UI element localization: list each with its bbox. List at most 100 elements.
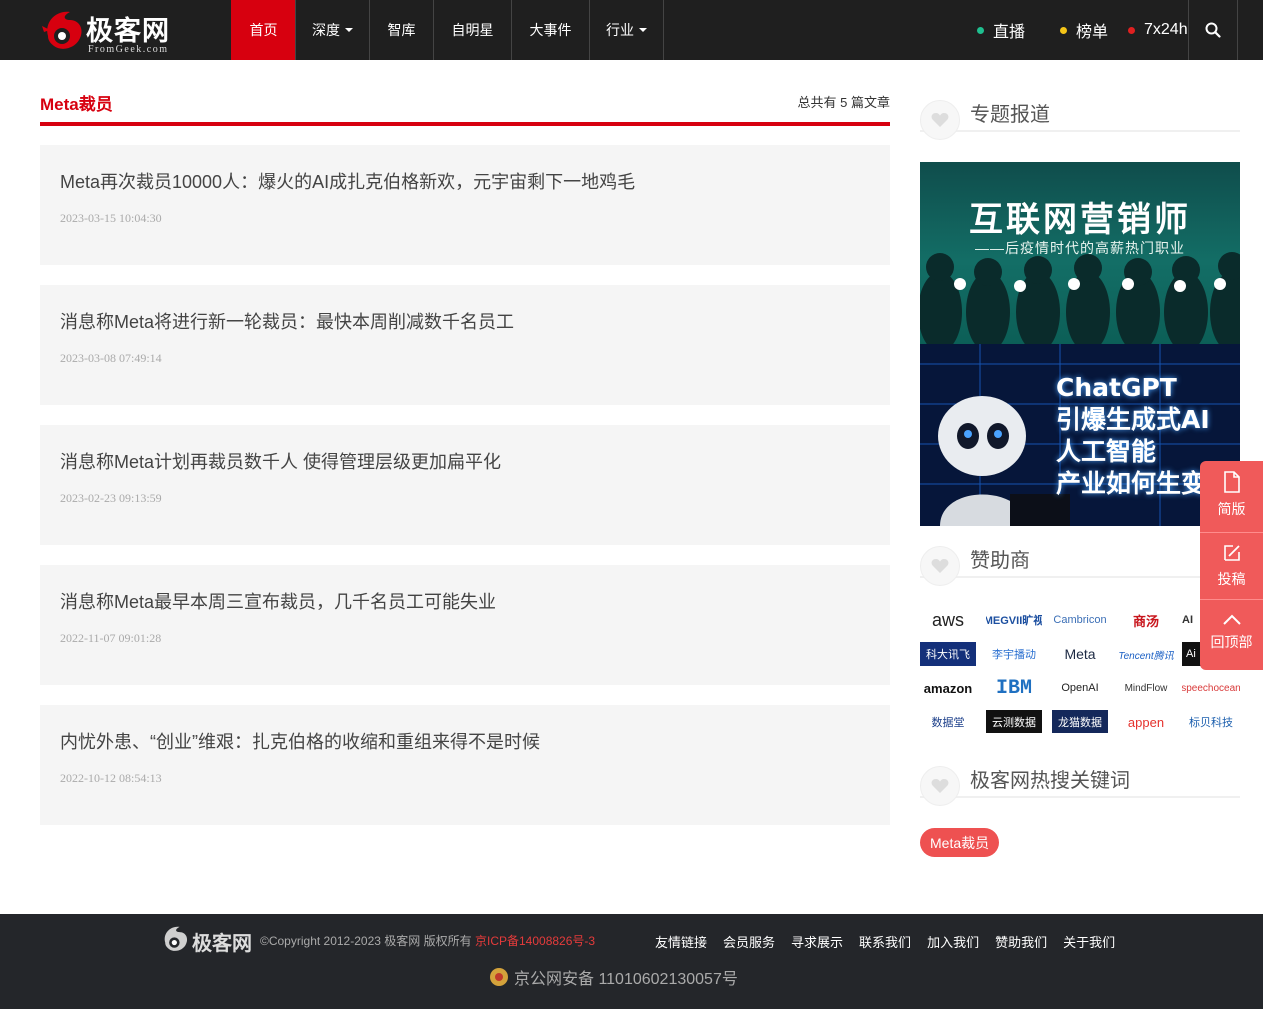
sponsor-name: 标贝科技 — [1189, 717, 1233, 729]
sponsor-logo[interactable]: amazon — [920, 676, 976, 700]
heart-icon — [920, 100, 960, 140]
footer-link[interactable]: 友情链接 — [655, 932, 707, 951]
sponsor-name: MindFlow — [1124, 682, 1168, 694]
article-title[interactable]: Meta再次裁员10000人：爆火的AI成扎克伯格新欢，元宇宙剩下一地鸡毛 — [60, 168, 635, 194]
footer-logo-text: 极客网 — [192, 931, 252, 955]
article-card[interactable]: 内忧外患、“创业”维艰：扎克伯格的收缩和重组来得不是时候 2022-10-12 … — [40, 705, 890, 825]
float-label: 回顶部 — [1210, 634, 1253, 650]
sponsor-logo[interactable]: 龙猫数据 — [1052, 710, 1108, 733]
status-dot-icon — [977, 26, 984, 34]
sponsor-logo[interactable]: appen — [1118, 710, 1174, 733]
copyright-text: ©Copyright 2012-2023 极客网 版权所有 — [260, 934, 472, 948]
article-title[interactable]: 消息称Meta计划再裁员数千人 使得管理层级更加扁平化 — [60, 448, 501, 474]
sponsor-name: appen — [1127, 714, 1165, 730]
sponsor-logo[interactable]: Meta — [1052, 642, 1108, 666]
article-title[interactable]: 内忧外患、“创业”维艰：扎克伯格的收缩和重组来得不是时候 — [60, 728, 540, 754]
search-icon — [1205, 22, 1221, 38]
banner-line: 引爆生成式AI — [1056, 405, 1210, 434]
sponsor-logo[interactable]: 标贝科技 — [1182, 710, 1240, 733]
quick-link-live[interactable]: 直播 — [977, 0, 1025, 60]
nav-label: 深度 — [312, 22, 340, 38]
article-card[interactable]: 消息称Meta计划再裁员数千人 使得管理层级更加扁平化 2023-02-23 0… — [40, 425, 890, 545]
sponsor-name: 龙猫数据 — [1058, 717, 1102, 729]
submit-article-button[interactable]: 投稿 — [1200, 532, 1263, 599]
quick-link-7x24[interactable]: 7x24h — [1128, 0, 1188, 60]
banner-line: 人工智能 — [1056, 437, 1157, 466]
sponsor-grid: aws MEGVII旷视 Cambricon 商汤 AI 科大讯飞 李宇播动 M… — [920, 603, 1240, 733]
top-navbar: 极客网 FromGeek.com 首页 深度 智库 自明星 大事件 行业 直播 … — [0, 0, 1263, 60]
nav-item-events[interactable]: 大事件 — [511, 0, 589, 60]
sponsor-logo[interactable]: Tencent腾讯 — [1118, 642, 1174, 666]
sponsor-logo[interactable]: aws — [920, 608, 976, 632]
sponsor-logo[interactable]: MEGVII旷视 — [986, 608, 1042, 632]
sponsor-logo[interactable]: 科大讯飞 — [920, 642, 976, 666]
nav-item-think-tank[interactable]: 智库 — [369, 0, 433, 60]
footer-link[interactable]: 加入我们 — [927, 932, 979, 951]
sponsor-logo[interactable]: Cambricon — [1052, 608, 1108, 632]
section-title: 赞助商 — [970, 550, 1030, 572]
quick-link-rank[interactable]: 榜单 — [1060, 0, 1108, 60]
sponsor-logo[interactable]: IBM — [986, 676, 1042, 700]
page-title: Meta裁员 — [40, 95, 113, 114]
article-card[interactable]: 消息称Meta最早本周三宣布裁员，几千名员工可能失业 2022-11-07 09… — [40, 565, 890, 685]
sponsor-logo[interactable]: 云测数据 — [986, 710, 1042, 733]
sponsor-logo[interactable]: 数据堂 — [920, 710, 976, 733]
footer-link[interactable]: 会员服务 — [723, 932, 775, 951]
sponsor-name: Meta — [1064, 646, 1096, 662]
sponsor-logo[interactable]: speechocean — [1182, 676, 1240, 700]
status-dot-icon — [1060, 26, 1067, 34]
banner-line: 产业如何生变 — [1056, 469, 1207, 498]
police-record-text: 京公网安备 11010602130057号 — [514, 971, 738, 988]
sponsor-logo[interactable]: MindFlow — [1118, 676, 1174, 700]
police-record-link[interactable]: 京公网安备 11010602130057号 — [490, 965, 738, 989]
icp-link[interactable]: 京ICP备14008826号-3 — [475, 932, 595, 949]
sponsor-name: amazon — [923, 680, 973, 696]
heart-icon — [920, 766, 960, 806]
chatgpt-banner[interactable]: ChatGPT 引爆生成式AI 人工智能 产业如何生变 — [920, 344, 1240, 526]
article-date: 2023-02-23 09:13:59 — [60, 491, 162, 505]
nav-item-self-star[interactable]: 自明星 — [433, 0, 511, 60]
caret-down-icon — [345, 28, 353, 32]
sponsor-name: MEGVII旷视 — [986, 615, 1042, 627]
simple-version-button[interactable]: 简版 — [1200, 461, 1263, 528]
article-card[interactable]: Meta再次裁员10000人：爆火的AI成扎克伯格新欢，元宇宙剩下一地鸡毛 20… — [40, 145, 890, 265]
article-title[interactable]: 消息称Meta将进行新一轮裁员：最快本周削减数千名员工 — [60, 308, 514, 334]
footer-link[interactable]: 联系我们 — [859, 932, 911, 951]
hot-keyword-tag[interactable]: Meta裁员 — [920, 828, 1000, 857]
sponsor-logo[interactable]: 李宇播动 — [986, 642, 1042, 666]
article-count: 总共有 5 篇文章 — [797, 95, 890, 110]
special-report-banner[interactable]: 互联网营销师 ——后疫情时代的高薪热门职业 — [920, 162, 1240, 344]
back-to-top-button[interactable]: 回顶部 — [1200, 599, 1263, 666]
nav-item-home[interactable]: 首页 — [231, 0, 295, 60]
sponsor-name: 李宇播动 — [992, 649, 1036, 661]
footer-link[interactable]: 关于我们 — [1063, 932, 1115, 951]
heart-icon — [920, 546, 960, 586]
search-button[interactable] — [1188, 0, 1238, 60]
sponsor-name: Cambricon — [1053, 614, 1107, 626]
sponsor-name: Tencent腾讯 — [1118, 650, 1174, 662]
footer-link[interactable]: 赞助我们 — [995, 932, 1047, 951]
banner-headline: ChatGPT 引爆生成式AI 人工智能 产业如何生变 — [1056, 372, 1210, 500]
hot-keywords-header: 极客网热搜关键词 — [920, 762, 1240, 806]
footer: 极客网 ©Copyright 2012-2023 极客网 版权所有 京ICP备1… — [0, 914, 1263, 1009]
nav-item-industry[interactable]: 行业 — [589, 0, 663, 60]
sponsor-logo[interactable]: OpenAI — [1052, 676, 1108, 700]
quick-link-label: 直播 — [993, 24, 1026, 41]
nav-item-depth[interactable]: 深度 — [295, 0, 369, 60]
chevron-up-icon — [1222, 614, 1241, 625]
edit-icon — [1223, 545, 1240, 561]
list-header: Meta裁员 总共有 5 篇文章 — [40, 78, 890, 126]
footer-logo[interactable]: 极客网 — [160, 918, 260, 958]
floating-toolbar: 简版 投稿 回顶部 — [1200, 461, 1263, 670]
footer-link[interactable]: 寻求展示 — [791, 932, 843, 951]
main-nav: 首页 深度 智库 自明星 大事件 行业 — [231, 0, 664, 60]
nav-label: 智库 — [387, 22, 416, 38]
sponsor-name: IBM — [995, 676, 1032, 700]
banner-line: ChatGPT — [1056, 373, 1177, 402]
article-title[interactable]: 消息称Meta最早本周三宣布裁员，几千名员工可能失业 — [60, 588, 496, 614]
status-dot-icon — [1128, 26, 1135, 34]
site-logo[interactable]: 极客网 FromGeek.com — [40, 2, 180, 58]
quick-link-label: 7x24h — [1144, 21, 1188, 38]
sponsor-logo[interactable]: 商汤 — [1118, 608, 1174, 632]
article-card[interactable]: 消息称Meta将进行新一轮裁员：最快本周削减数千名员工 2023-03-08 0… — [40, 285, 890, 405]
